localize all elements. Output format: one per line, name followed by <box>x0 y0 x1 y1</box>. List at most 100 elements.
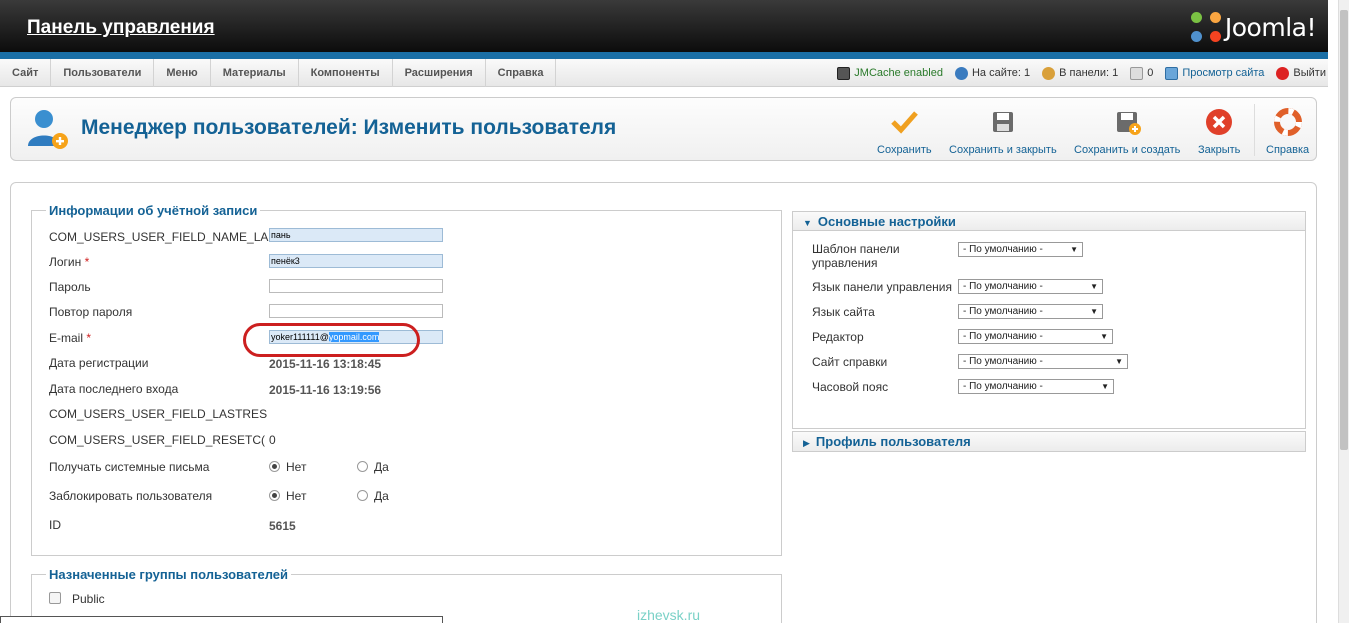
admin-menubar: Сайт Пользователи Меню Материалы Компоне… <box>0 59 1328 87</box>
users-icon <box>954 66 968 80</box>
radio-unchecked-icon <box>357 490 368 501</box>
timezone-label: Часовой пояс <box>812 380 889 394</box>
monitor-icon <box>1165 66 1179 80</box>
admin-panel-title[interactable]: Панель управления <box>27 17 215 39</box>
lastreset-label: COM_USERS_USER_FIELD_LASTRES <box>49 407 268 421</box>
login-label: Логин * <box>49 255 90 269</box>
logout-icon <box>1276 66 1290 80</box>
floppy-icon <box>992 112 1013 132</box>
lastvisit-label: Дата последнего входа <box>49 382 179 396</box>
header-strip <box>0 52 1328 59</box>
group-public-checkbox[interactable] <box>49 592 61 604</box>
menu-help[interactable]: Справка <box>486 59 557 87</box>
group-public-label: Public <box>72 592 105 606</box>
resetcount-label: COM_USERS_USER_FIELD_RESETC( <box>49 433 266 447</box>
admin-language-label: Язык панели управления <box>812 280 952 294</box>
admin-template-label: Шаблон панели управления <box>812 242 900 270</box>
sendemail-no-option[interactable]: Нет <box>269 460 306 474</box>
password2-label: Повтор пароля <box>49 305 133 319</box>
id-value: 5615 <box>269 519 296 533</box>
scrollbar-thumb[interactable] <box>1340 10 1348 450</box>
name-label: COM_USERS_USER_FIELD_NAME_LA <box>49 230 269 244</box>
users-in-panel: В панели: 1 <box>1042 66 1118 80</box>
menu-components[interactable]: Компоненты <box>299 59 393 87</box>
editor-select[interactable]: - По умолчанию - ▼ <box>958 329 1113 344</box>
user-profile-panel: ▶ Профиль пользователя <box>792 431 1306 452</box>
caret-down-icon: ▼ <box>1101 382 1109 391</box>
menu-content[interactable]: Материалы <box>211 59 299 87</box>
checkmark-icon <box>891 111 919 134</box>
block-label: Заблокировать пользователя <box>49 489 213 503</box>
password2-input[interactable] <box>269 304 443 318</box>
block-yes-option[interactable]: Да <box>357 489 389 503</box>
joomla-wordmark: Joomla! <box>1224 12 1317 42</box>
name-input[interactable]: пань <box>269 228 443 242</box>
site-language-select[interactable]: - По умолчанию - ▼ <box>958 304 1103 319</box>
timezone-select[interactable]: - По умолчанию - ▼ <box>958 379 1114 394</box>
caret-down-icon: ▼ <box>1090 282 1098 291</box>
block-no-option[interactable]: Нет <box>269 489 306 503</box>
radio-unchecked-icon <box>357 461 368 472</box>
caret-down-icon: ▼ <box>1115 357 1123 366</box>
triangle-down-icon: ▼ <box>803 218 812 228</box>
page-toolbar: Менеджер пользователей: Изменить пользов… <box>10 97 1317 161</box>
floppy-plus-icon <box>1117 112 1142 135</box>
id-label: ID <box>49 518 61 532</box>
caret-down-icon: ▼ <box>1090 307 1098 316</box>
user-groups-legend: Назначенные группы пользователей <box>46 567 292 582</box>
lifebuoy-icon <box>1273 108 1302 136</box>
user-edit-icon <box>28 110 68 149</box>
help-button[interactable]: Справка <box>1266 108 1309 156</box>
radio-checked-icon <box>269 461 280 472</box>
help-site-select[interactable]: - По умолчанию - ▼ <box>958 354 1128 369</box>
jmcache-status[interactable]: JMCache enabled <box>837 66 943 80</box>
email-label: E-mail * <box>49 331 92 345</box>
jmcache-icon <box>837 66 851 80</box>
caret-down-icon: ▼ <box>1070 245 1078 254</box>
toolbar-divider <box>1254 104 1255 156</box>
resetcount-value: 0 <box>269 433 276 447</box>
users-on-site: На сайте: 1 <box>954 66 1030 80</box>
page-title: Менеджер пользователей: Изменить пользов… <box>81 116 617 139</box>
menu-site[interactable]: Сайт <box>0 59 52 87</box>
password-label: Пароль <box>49 280 91 294</box>
close-button[interactable]: Закрыть <box>1198 108 1240 156</box>
login-input[interactable]: пенёк3 <box>269 254 443 268</box>
regdate-label: Дата регистрации <box>49 356 149 370</box>
joomla-logo: Joomla! <box>1190 12 1317 42</box>
admin-users-icon <box>1042 66 1056 80</box>
password-input[interactable] <box>269 279 443 293</box>
account-details-legend: Информации об учётной записи <box>46 203 261 218</box>
admin-template-select[interactable]: - По умолчанию - ▼ <box>958 242 1083 257</box>
admin-language-select[interactable]: - По умолчанию - ▼ <box>958 279 1103 294</box>
sendemail-label: Получать системные письма <box>49 460 210 474</box>
joomla-mark-icon <box>1190 12 1221 42</box>
menu-menus[interactable]: Меню <box>154 59 211 87</box>
sendemail-yes-option[interactable]: Да <box>357 460 389 474</box>
logout-link[interactable]: Выйти <box>1276 66 1326 80</box>
user-profile-header[interactable]: ▶ Профиль пользователя <box>793 432 1305 451</box>
close-icon <box>1206 109 1233 135</box>
site-language-label: Язык сайта <box>812 305 875 319</box>
overlay-window-edge <box>0 616 443 623</box>
view-site-link[interactable]: Просмотр сайта <box>1165 66 1264 80</box>
page-scrollbar[interactable] <box>1338 0 1349 623</box>
watermark: izhevsk.ru <box>637 607 701 623</box>
radio-checked-icon <box>269 490 280 501</box>
lastvisit-value: 2015-11-16 13:19:56 <box>269 383 382 397</box>
save-button[interactable]: Сохранить <box>877 108 932 156</box>
menu-users[interactable]: Пользователи <box>51 59 155 87</box>
caret-down-icon: ▼ <box>1100 332 1108 341</box>
message-icon <box>1130 66 1144 80</box>
basic-settings-header[interactable]: ▼ Основные настройки <box>793 212 1305 231</box>
save-new-button[interactable]: Сохранить и создать <box>1074 108 1180 156</box>
help-site-label: Сайт справки <box>812 355 888 369</box>
email-highlight-annotation <box>243 323 420 357</box>
save-close-button[interactable]: Сохранить и закрыть <box>949 108 1057 156</box>
triangle-right-icon: ▶ <box>803 438 810 448</box>
messages-count[interactable]: 0 <box>1130 66 1153 80</box>
menu-extensions[interactable]: Расширения <box>393 59 486 87</box>
editor-label: Редактор <box>812 330 864 344</box>
admin-header: Панель управления Joomla! <box>0 0 1328 52</box>
status-bar: JMCache enabled На сайте: 1 В панели: 1 … <box>837 59 1328 87</box>
